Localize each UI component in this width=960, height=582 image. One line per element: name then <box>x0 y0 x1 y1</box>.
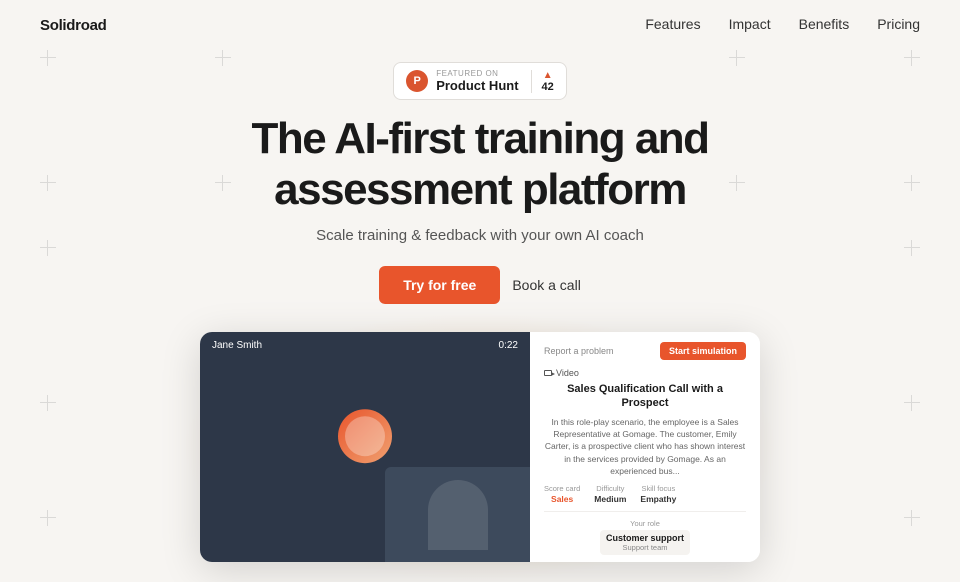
video-panel: Jane Smith 0:22 <box>200 332 530 562</box>
score-card-meta: Score card Sales <box>544 484 580 504</box>
scenario-meta: Score card Sales Difficulty Medium Skill… <box>544 484 746 504</box>
nav-features[interactable]: Features <box>645 16 700 32</box>
book-call-button[interactable]: Book a call <box>512 277 580 293</box>
video-type-icon <box>544 370 552 376</box>
video-type-label: Video <box>544 368 746 378</box>
secondary-video <box>385 467 530 562</box>
ph-name-label: Product Hunt <box>436 78 518 93</box>
role-sub: Support team <box>606 543 684 552</box>
main-person-silhouette <box>345 416 385 456</box>
ph-number: 42 <box>542 81 554 93</box>
secondary-silhouette <box>428 480 488 550</box>
product-hunt-badge[interactable]: P FEATURED ON Product Hunt ▲ 42 <box>393 62 567 100</box>
screenshot-inner: Jane Smith 0:22 Report a problem Start s… <box>200 332 760 562</box>
subheadline: Scale training & feedback with your own … <box>316 227 644 244</box>
ph-text: FEATURED ON Product Hunt <box>436 69 518 93</box>
headline: The AI-first training and assessment pla… <box>251 114 708 215</box>
logo: Solidroad <box>40 17 106 34</box>
ph-featured-on-label: FEATURED ON <box>436 69 498 78</box>
divider <box>544 511 746 512</box>
score-card-label: Score card <box>544 484 580 493</box>
info-panel: Report a problem Start simulation Video … <box>530 332 760 562</box>
score-card-value: Sales <box>544 494 580 504</box>
headline-line1: The AI-first training and <box>251 114 708 163</box>
scenario-description: In this role-play scenario, the employee… <box>544 416 746 478</box>
ph-score: ▲ 42 <box>531 70 554 93</box>
ph-arrow-icon: ▲ <box>543 70 553 81</box>
role-name: Customer support <box>606 533 684 543</box>
skill-focus-meta: Skill focus Empathy <box>640 484 676 504</box>
cta-row: Try for free Book a call <box>379 266 581 304</box>
nav-benefits[interactable]: Benefits <box>799 16 850 32</box>
info-top-bar: Report a problem Start simulation <box>544 342 746 360</box>
nav-pricing[interactable]: Pricing <box>877 16 920 32</box>
video-participant-name: Jane Smith <box>212 340 262 351</box>
difficulty-meta: Difficulty Medium <box>594 484 626 504</box>
hero-section: P FEATURED ON Product Hunt ▲ 42 The AI-f… <box>0 50 960 562</box>
headline-line2: assessment platform <box>274 165 686 214</box>
product-hunt-logo-icon: P <box>406 70 428 92</box>
nav-impact[interactable]: Impact <box>729 16 771 32</box>
role-badge: Customer support Support team <box>600 530 690 555</box>
start-simulation-button[interactable]: Start simulation <box>660 342 746 360</box>
video-label-text: Video <box>556 368 579 378</box>
scenario-title: Sales Qualification Call with a Prospect <box>544 382 746 411</box>
video-top-bar: Jane Smith 0:22 <box>200 332 530 359</box>
your-role-label: Your role <box>544 519 746 528</box>
nav-links: Features Impact Benefits Pricing <box>645 16 920 34</box>
navbar: Solidroad Features Impact Benefits Prici… <box>0 0 960 50</box>
main-person-avatar <box>338 409 392 463</box>
video-timer: 0:22 <box>499 340 518 351</box>
difficulty-value: Medium <box>594 494 626 504</box>
product-screenshot: Jane Smith 0:22 Report a problem Start s… <box>200 332 760 562</box>
report-problem-link[interactable]: Report a problem <box>544 346 614 356</box>
skill-focus-label: Skill focus <box>640 484 676 493</box>
try-free-button[interactable]: Try for free <box>379 266 500 304</box>
skill-focus-value: Empathy <box>640 494 676 504</box>
your-role-section: Your role Customer support Support team <box>544 519 746 555</box>
difficulty-label: Difficulty <box>594 484 626 493</box>
